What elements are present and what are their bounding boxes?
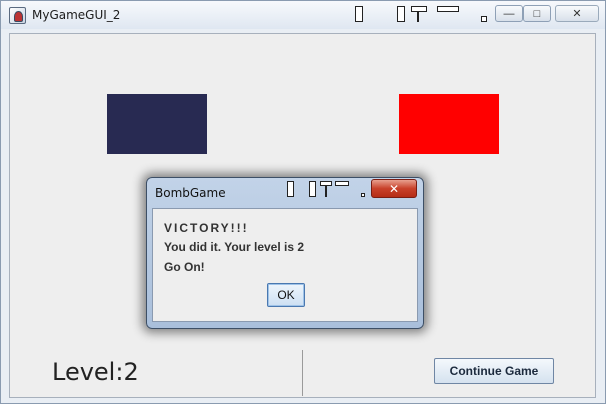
glyph-box-icon <box>411 6 427 12</box>
glyph-box-icon <box>355 6 363 22</box>
dialog-title: BombGame <box>155 186 226 200</box>
glyph-box-icon <box>481 16 487 22</box>
glyph-box-icon <box>287 181 294 197</box>
glyph-stem-icon <box>417 12 419 22</box>
glyph-box-icon <box>309 181 316 197</box>
glyph-box-icon <box>361 193 365 197</box>
close-button[interactable]: ✕ <box>555 5 599 22</box>
red-block <box>399 94 499 154</box>
dialog-close-button[interactable]: ✕ <box>371 179 417 198</box>
glyph-box-icon <box>335 181 349 186</box>
ok-button[interactable]: OK <box>267 283 305 307</box>
go-on-message: Go On! <box>164 260 205 274</box>
java-app-icon <box>9 7 26 24</box>
continue-game-button[interactable]: Continue Game <box>434 358 554 384</box>
bottom-divider <box>302 350 303 396</box>
dialog-body: VICTORY!!! You did it. Your level is 2 G… <box>152 208 418 322</box>
minimize-button[interactable]: — <box>495 5 523 22</box>
level-message: You did it. Your level is 2 <box>164 240 305 254</box>
bombgame-dialog: BombGame ✕ VICTORY!!! You did it. Your l… <box>146 177 424 329</box>
maximize-button[interactable]: □ <box>523 5 551 22</box>
glyph-box-icon <box>397 6 405 22</box>
main-titlebar[interactable]: MyGameGUI_2 — □ ✕ <box>1 1 605 29</box>
glyph-stem-icon <box>325 186 327 197</box>
victory-message: VICTORY!!! <box>164 221 249 235</box>
glyph-box-icon <box>437 6 459 12</box>
window-title: MyGameGUI_2 <box>32 8 121 22</box>
dark-block <box>107 94 207 154</box>
window-controls: — □ ✕ <box>495 5 603 23</box>
level-label: Level:2 <box>52 358 139 386</box>
